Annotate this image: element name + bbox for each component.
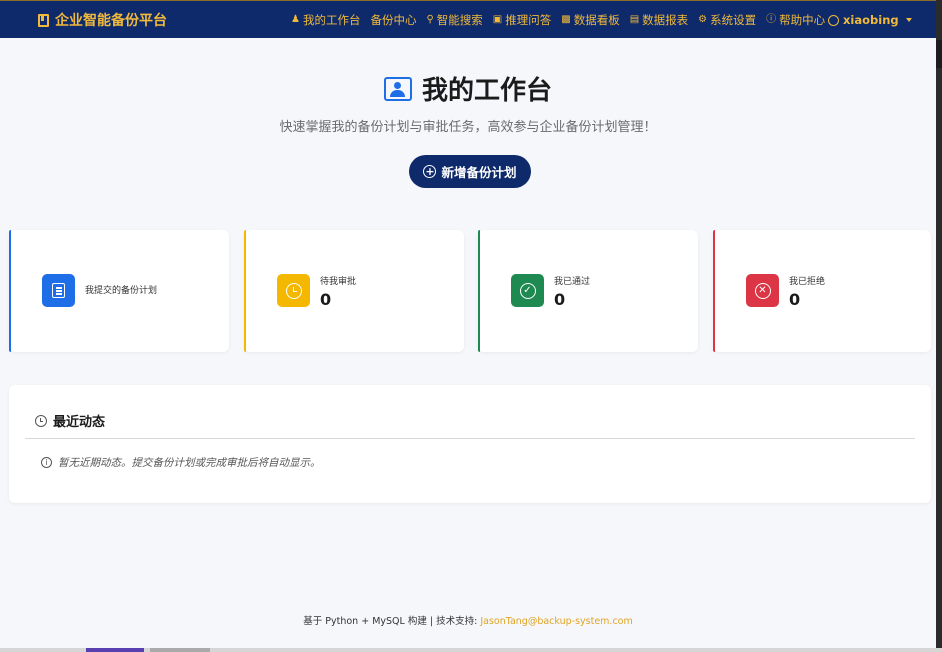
footer-text: 基于 Python + MySQL 构建 | 技术支持: [303,616,481,627]
brand-title: 企业智能备份平台 [55,13,167,29]
nav-item-smart-search[interactable]: ⚲ 智能搜索 [426,12,482,28]
nav-item-label: 帮助中心 [779,13,826,27]
add-backup-plan-button[interactable]: + 新增备份计划 [409,155,531,188]
user-name: xiaobing [843,13,899,27]
taskbar-edge [0,648,942,652]
chevron-down-icon [905,18,912,22]
recent-activity-panel: 最近动态 i 暂无近期动态。提交备份计划或完成审批后将自动显示。 [9,385,931,503]
stat-label: 待我审批 [320,276,357,287]
page-subtitle: 快速掌握我的备份计划与审批任务，高效参与企业备份计划管理！ [279,120,657,135]
footer: 基于 Python + MySQL 构建 | 技术支持: JasonTang@b… [0,613,936,627]
nav-menu: ♟ 我的工作台 备份中心 ⚲ 智能搜索 ▣ 推理问答 ▩ 数据看板 ▤ 数据报表… [291,1,835,39]
user-icon: ♟ [291,14,300,25]
nav-item-label: 系统设置 [710,13,757,27]
bookmark-icon [38,13,49,27]
report-icon: ▤ [629,14,640,25]
support-email-link[interactable]: JasonTang@backup-system.com [480,616,632,627]
info-icon: i [41,457,52,468]
nav-item-label: 我的工作台 [302,13,361,27]
robot-icon: ▣ [492,14,503,25]
check-circle-icon: ✓ [511,274,544,307]
nav-item-backup-center[interactable]: 备份中心 [370,12,416,28]
user-board-icon [383,76,412,101]
gear-icon: ⚙ [698,14,708,25]
nav-item-dashboard[interactable]: ▩ 数据看板 [561,12,619,28]
add-backup-plan-label: 新增备份计划 [441,165,517,180]
divider [25,438,915,439]
nav-item-reasoning-qa[interactable]: ▣ 推理问答 [493,12,551,28]
nav-item-workbench[interactable]: ♟ 我的工作台 [291,12,360,28]
nav-item-reports[interactable]: ▤ 数据报表 [630,12,688,28]
stat-label: 我已通过 [554,276,591,287]
brand[interactable]: 企业智能备份平台 [38,1,167,39]
clock-icon [277,274,310,307]
nav-item-label: 推理问答 [505,13,552,27]
empty-state-text: 暂无近期动态。提交备份计划或完成审批后将自动显示。 [58,457,321,469]
recent-activity-header: 最近动态 [35,411,105,430]
stat-value: 0 [320,289,332,309]
list-icon [42,274,75,307]
top-navbar: 企业智能备份平台 ♟ 我的工作台 备份中心 ⚲ 智能搜索 ▣ 推理问答 ▩ 数据… [0,0,936,38]
page-header: 我的工作台 [0,70,936,107]
stat-card-submitted[interactable]: 我提交的备份计划 [9,230,229,352]
bar-chart-icon: ▩ [561,14,571,25]
nav-item-label: 数据看板 [573,13,620,27]
page-title: 我的工作台 [421,76,552,106]
nav-item-settings[interactable]: ⚙ 系统设置 [698,12,756,28]
question-icon: ⓘ [766,14,777,25]
recent-activity-title: 最近动态 [53,415,106,430]
nav-item-label: 备份中心 [370,13,417,27]
stat-value: 0 [789,289,801,309]
search-icon: ⚲ [426,14,434,25]
nav-item-label: 智能搜索 [436,13,483,27]
plus-circle-icon: + [423,165,437,178]
user-avatar-icon [828,14,839,26]
stat-card-approved[interactable]: ✓ 我已通过 0 [478,230,698,352]
clock-icon [35,414,47,427]
stat-card-rejected[interactable]: ✕ 我已拒绝 0 [713,230,931,352]
stat-label: 我已拒绝 [789,276,826,287]
user-menu[interactable]: xiaobing [828,1,912,39]
nav-item-help[interactable]: ⓘ 帮助中心 [766,12,825,28]
stat-label: 我提交的备份计划 [85,286,158,296]
empty-state: i 暂无近期动态。提交备份计划或完成审批后将自动显示。 [41,455,321,470]
stat-value: 0 [554,289,566,309]
stat-card-pending[interactable]: 待我审批 0 [244,230,464,352]
window-edge [936,0,942,652]
x-circle-icon: ✕ [746,274,779,307]
nav-item-label: 数据报表 [642,13,689,27]
